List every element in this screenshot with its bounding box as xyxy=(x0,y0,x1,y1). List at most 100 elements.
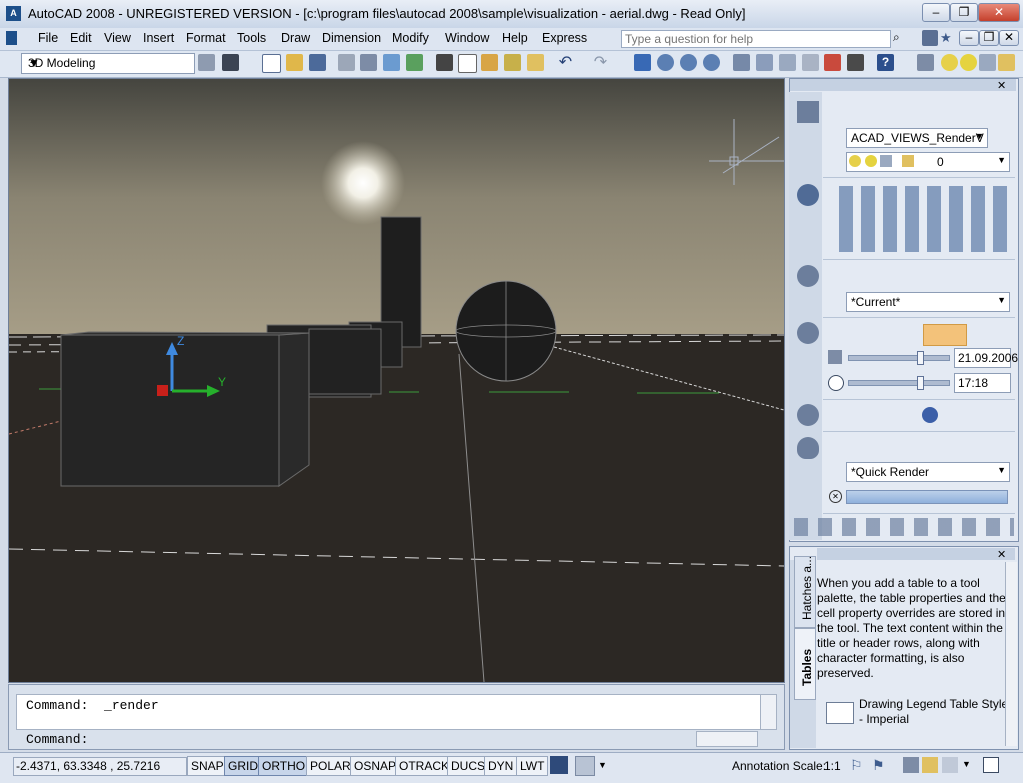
model-space-icon[interactable] xyxy=(550,756,568,774)
restore-button[interactable]: ❐ xyxy=(950,3,978,22)
annotation-scale-value[interactable]: 1:1 xyxy=(824,759,841,773)
minimize-button[interactable]: ‒ xyxy=(922,3,950,22)
3d-dwf-icon[interactable] xyxy=(406,54,423,71)
save-icon[interactable] xyxy=(309,54,326,71)
grid-toggle[interactable]: GRID xyxy=(224,756,262,776)
doc-restore-button[interactable]: ❐ xyxy=(979,30,999,46)
render-preset-dropdown[interactable]: *Quick Render ▼ xyxy=(846,462,1010,482)
zoom-realtime-icon[interactable] xyxy=(657,54,674,71)
ducs-toggle[interactable]: DUCS xyxy=(447,756,490,776)
menu-view[interactable]: View xyxy=(104,31,131,45)
layout-icon[interactable] xyxy=(575,756,595,776)
time-slider[interactable] xyxy=(848,380,950,386)
3d-make-panel-icon[interactable] xyxy=(797,184,819,206)
light-bulb-icon[interactable] xyxy=(941,54,958,71)
render-scene[interactable]: Z Y xyxy=(9,79,784,682)
open-icon[interactable] xyxy=(286,54,303,71)
markup-icon[interactable] xyxy=(824,54,841,71)
help-search-input[interactable] xyxy=(622,31,896,47)
plot-preview-icon[interactable] xyxy=(360,54,377,71)
sheet-set-icon[interactable] xyxy=(802,54,819,71)
visual-styles-panel-icon[interactable] xyxy=(797,265,819,287)
tool-palette-scrollbar[interactable] xyxy=(1005,562,1017,746)
help-search-box[interactable] xyxy=(621,30,896,48)
doc-minimize-button[interactable]: ‒ xyxy=(959,30,979,46)
chevron-down-icon[interactable]: ▼ xyxy=(962,759,972,773)
close-button[interactable]: ✕ xyxy=(978,3,1020,22)
workspace-manage-icon[interactable] xyxy=(222,54,239,71)
materials-panel-icon[interactable] xyxy=(797,404,819,426)
dyn-toggle[interactable]: DYN xyxy=(484,756,518,776)
table-style-icon[interactable] xyxy=(826,702,854,724)
match-properties-icon[interactable] xyxy=(504,54,521,71)
menu-modify[interactable]: Modify xyxy=(392,31,429,45)
ortho-toggle[interactable]: ORTHO xyxy=(258,756,310,776)
table-style-item[interactable]: Drawing Legend Table Style - Imperial xyxy=(859,697,1009,727)
properties-icon[interactable] xyxy=(733,54,750,71)
osnap-toggle[interactable]: OSNAP xyxy=(350,756,401,776)
design-center-icon[interactable] xyxy=(756,54,773,71)
zoom-previous-icon[interactable] xyxy=(703,54,720,71)
paste-icon[interactable] xyxy=(481,54,498,71)
menu-help[interactable]: Help xyxy=(502,31,528,45)
freeze-icon[interactable] xyxy=(979,54,996,71)
autoscale-icon[interactable]: ⚑ xyxy=(872,757,888,773)
menu-edit[interactable]: Edit xyxy=(70,31,92,45)
menu-window[interactable]: Window xyxy=(445,31,489,45)
autocad-app-icon[interactable]: A xyxy=(6,6,21,21)
plot-icon[interactable] xyxy=(338,54,355,71)
tray-settings-icon[interactable] xyxy=(903,757,919,773)
menu-draw[interactable]: Draw xyxy=(281,31,310,45)
cut-icon[interactable] xyxy=(436,54,453,71)
clean-screen-icon[interactable] xyxy=(983,757,999,773)
help-icon[interactable]: ? xyxy=(877,54,894,71)
sun-icon[interactable] xyxy=(960,54,977,71)
pan-icon[interactable] xyxy=(634,54,651,71)
doc-close-button[interactable]: ✕ xyxy=(999,30,1019,46)
menu-file[interactable]: File xyxy=(38,31,58,45)
workspace-settings-icon[interactable] xyxy=(198,54,215,71)
dashboard-close-icon[interactable]: ✕ xyxy=(997,79,1006,92)
materials-icon[interactable] xyxy=(922,407,938,423)
cancel-render-icon[interactable]: ✕ xyxy=(829,490,842,503)
sun-date-field[interactable]: 21.09.2006 xyxy=(954,348,1018,368)
navigate-tools[interactable] xyxy=(794,518,1014,536)
favorites-star-icon[interactable]: ★ xyxy=(940,30,954,46)
search-icon[interactable]: ⌕ xyxy=(893,30,911,46)
copy-icon[interactable] xyxy=(458,54,477,73)
workspace-dropdown[interactable]: 3D Modeling ▼ xyxy=(21,53,195,74)
lights-panel-icon[interactable] xyxy=(797,322,819,344)
polar-toggle[interactable]: POLAR xyxy=(306,756,355,776)
lwt-toggle[interactable]: LWT xyxy=(516,756,549,776)
date-slider-thumb[interactable] xyxy=(917,351,924,365)
3d-modeling-tools[interactable] xyxy=(839,186,1009,252)
drawing-viewport[interactable]: Z Y xyxy=(8,78,785,683)
status-icon[interactable] xyxy=(942,757,958,773)
layers-panel-icon[interactable] xyxy=(797,101,819,123)
date-slider[interactable] xyxy=(848,355,950,361)
coordinate-display[interactable]: -2.4371, 63.3348 , 25.7216 xyxy=(13,757,187,776)
time-slider-thumb[interactable] xyxy=(917,376,924,390)
layer-dropdown[interactable]: ACAD_VIEWS_RenderV ▼ xyxy=(846,128,988,148)
render-panel-icon[interactable] xyxy=(797,437,819,459)
menu-express[interactable]: Express xyxy=(542,31,587,45)
zoom-window-icon[interactable] xyxy=(680,54,697,71)
layer-manager-icon[interactable] xyxy=(917,54,934,71)
lock-icon[interactable] xyxy=(998,54,1015,71)
command-scrollbar[interactable] xyxy=(760,694,777,730)
menu-tools[interactable]: Tools xyxy=(237,31,266,45)
menu-dimension[interactable]: Dimension xyxy=(322,31,381,45)
otrack-toggle[interactable]: OTRACK xyxy=(395,756,454,776)
communication-center-icon[interactable] xyxy=(922,30,938,46)
redo-icon[interactable]: ↷ xyxy=(592,54,609,71)
publish-icon[interactable] xyxy=(383,54,400,71)
document-icon[interactable] xyxy=(6,31,17,45)
chevron-down-icon[interactable]: ▼ xyxy=(598,756,610,774)
command-input[interactable]: Command: xyxy=(26,732,88,747)
toolbar-lock-icon[interactable] xyxy=(922,757,938,773)
command-horizontal-scrollbar[interactable] xyxy=(696,731,758,747)
calculator-icon[interactable] xyxy=(847,54,864,71)
new-icon[interactable] xyxy=(262,54,281,73)
snap-toggle[interactable]: SNAP xyxy=(187,756,228,776)
undo-icon[interactable]: ↶ xyxy=(557,54,574,71)
